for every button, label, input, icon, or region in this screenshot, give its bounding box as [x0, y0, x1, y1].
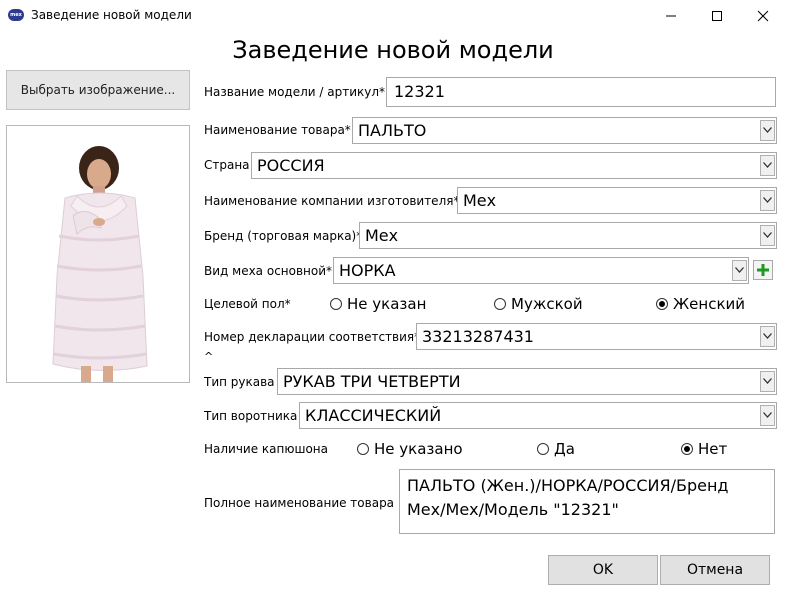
hood-label: Наличие капюшона	[204, 442, 329, 456]
radio-icon	[357, 443, 369, 455]
chevron-down-icon[interactable]	[760, 155, 775, 176]
hood-option-unknown: Не указано	[374, 440, 463, 458]
product-name-label: Наименование товара*	[204, 123, 351, 137]
model-name-label: Название модели / артикул*	[204, 85, 386, 99]
fur-coat-model-photo-icon	[7, 126, 189, 382]
chevron-down-icon[interactable]	[760, 120, 775, 141]
declaration-select[interactable]: 33213287431	[416, 323, 777, 350]
collar-label: Тип воротника	[204, 409, 298, 423]
collapse-toggle[interactable]: ^	[204, 350, 213, 363]
manufacturer-label: Наименование компании изготовителя*	[204, 194, 460, 208]
hood-radio-yes[interactable]: Да	[537, 440, 575, 458]
gender-radio-male[interactable]: Мужской	[494, 295, 583, 313]
gender-option-female: Женский	[673, 295, 745, 313]
window-title: Заведение новой модели	[31, 8, 192, 22]
fur-type-value: НОРКА	[339, 261, 396, 280]
fur-type-label: Вид меха основной*	[204, 264, 333, 278]
gender-radio-female[interactable]: Женский	[656, 295, 745, 313]
ok-button[interactable]: OK	[548, 555, 658, 585]
sleeve-label: Тип рукава	[204, 375, 275, 389]
minimize-icon	[666, 15, 676, 17]
radio-selected-icon	[681, 443, 693, 455]
radio-icon	[494, 298, 506, 310]
model-name-input[interactable]: 12321	[386, 77, 776, 107]
country-label: Страна	[204, 158, 250, 172]
chevron-down-icon[interactable]	[760, 225, 775, 246]
title-bar: mex Заведение новой модели	[0, 0, 786, 32]
gender-option-male: Мужской	[511, 295, 583, 313]
brand-value: Мех	[365, 226, 399, 245]
chevron-down-icon[interactable]	[760, 326, 775, 347]
radio-icon	[537, 443, 549, 455]
app-icon: mex	[8, 9, 24, 21]
manufacturer-select[interactable]: Мех	[457, 187, 777, 214]
gender-option-none: Не указан	[347, 295, 427, 313]
country-value: РОССИЯ	[257, 156, 325, 175]
chevron-down-icon[interactable]	[760, 190, 775, 211]
choose-image-button[interactable]: Выбрать изображение...	[6, 70, 190, 110]
hood-option-no: Нет	[698, 440, 728, 458]
collar-value: КЛАССИЧЕСКИЙ	[305, 406, 442, 425]
full-name-line-2: Мех/Мех/Модель "12321"	[407, 500, 619, 519]
sleeve-select[interactable]: РУКАВ ТРИ ЧЕТВЕРТИ	[277, 368, 777, 395]
product-name-select[interactable]: ПАЛЬТО	[352, 117, 777, 144]
chevron-down-icon[interactable]	[760, 405, 775, 426]
close-button[interactable]	[740, 0, 786, 32]
full-name-textarea[interactable]: ПАЛЬТО (Жен.)/НОРКА/РОССИЯ/Бренд Мех/Мех…	[399, 469, 775, 534]
full-name-line-1: ПАЛЬТО (Жен.)/НОРКА/РОССИЯ/Бренд	[407, 476, 729, 495]
hood-option-yes: Да	[554, 440, 575, 458]
minimize-button[interactable]	[648, 0, 694, 32]
page-title: Заведение новой модели	[232, 36, 554, 64]
product-photo	[6, 125, 190, 383]
brand-label: Бренд (торговая марка)*	[204, 229, 363, 243]
plus-icon	[757, 264, 769, 276]
full-name-label: Полное наименование товара	[204, 496, 395, 510]
product-name-value: ПАЛЬТО	[358, 121, 427, 140]
brand-select[interactable]: Мех	[359, 222, 777, 249]
manufacturer-value: Мех	[463, 191, 497, 210]
gender-radio-none[interactable]: Не указан	[330, 295, 426, 313]
add-fur-type-button[interactable]	[753, 260, 773, 280]
hood-radio-no[interactable]: Нет	[681, 440, 727, 458]
chevron-down-icon[interactable]	[732, 260, 747, 281]
gender-label: Целевой пол*	[204, 297, 291, 311]
chevron-down-icon[interactable]	[760, 371, 775, 392]
fur-type-select[interactable]: НОРКА	[333, 257, 749, 284]
country-select[interactable]: РОССИЯ	[251, 152, 777, 179]
cancel-button[interactable]: Отмена	[660, 555, 770, 585]
declaration-label: Номер декларации соответствия*	[204, 330, 421, 344]
maximize-icon	[712, 11, 722, 21]
hood-radio-unknown[interactable]: Не указано	[357, 440, 463, 458]
declaration-value: 33213287431	[422, 327, 534, 346]
maximize-button[interactable]	[694, 0, 740, 32]
radio-selected-icon	[656, 298, 668, 310]
collar-select[interactable]: КЛАССИЧЕСКИЙ	[299, 402, 777, 429]
close-icon	[757, 10, 769, 22]
sleeve-value: РУКАВ ТРИ ЧЕТВЕРТИ	[283, 372, 461, 391]
radio-icon	[330, 298, 342, 310]
